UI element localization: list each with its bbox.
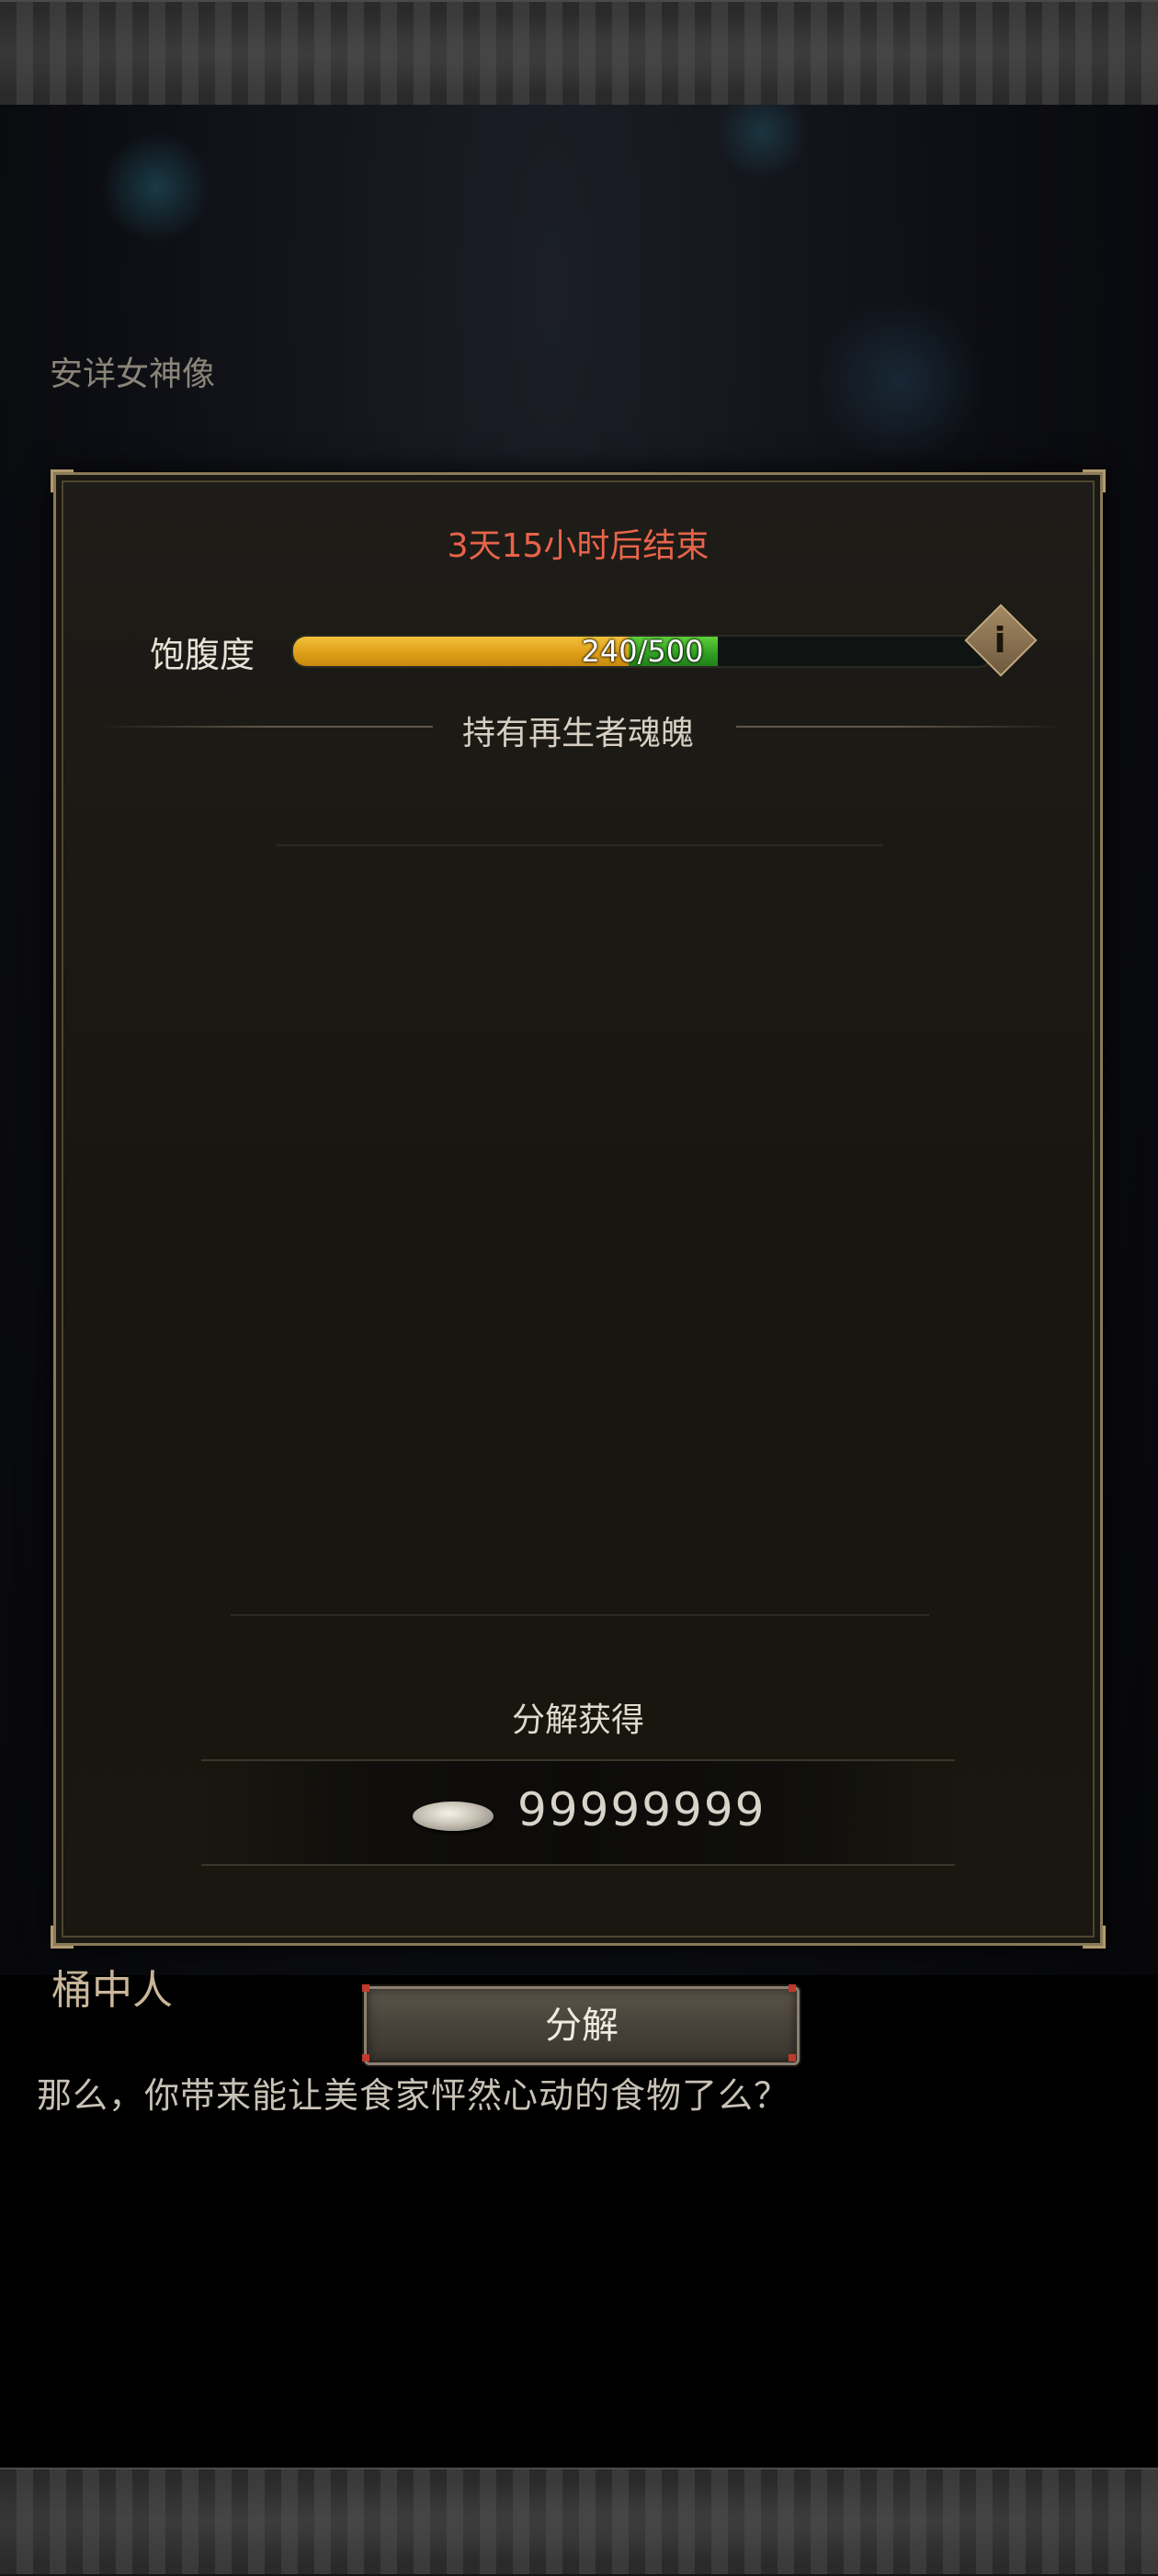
silver-coin-icon	[413, 1802, 494, 1831]
satiety-label: 饱腹度	[150, 635, 255, 675]
divider	[736, 726, 1065, 728]
statue-label: 安详女神像	[50, 356, 216, 393]
corner-ornament	[1083, 1926, 1106, 1949]
button-corner-accent	[789, 1984, 796, 1992]
satiety-value: 240/500	[581, 635, 704, 668]
corner-ornament	[51, 469, 74, 492]
top-ornament-bar	[0, 0, 1158, 107]
button-corner-accent	[362, 2054, 369, 2062]
empty-area-divider	[231, 1614, 929, 1616]
satiety-bar: 240/500	[291, 635, 993, 668]
decompose-panel: 3天15小时后结束 饱腹度 240/500 i 持有再生者魂魄 分解获得 999…	[51, 469, 1106, 1949]
corner-ornament	[51, 1926, 74, 1949]
empty-area-divider	[277, 844, 883, 846]
info-glyph-icon: i	[993, 620, 1006, 661]
decompose-button-label: 分解	[545, 2005, 619, 2047]
decompose-button[interactable]: 分解	[364, 1986, 800, 2065]
decompose-title: 分解获得	[511, 1701, 644, 1739]
corner-ornament	[1083, 469, 1106, 492]
reward-amount: 99999999	[517, 1783, 766, 1836]
section-title: 持有再生者魂魄	[461, 715, 694, 752]
bottom-ornament-bar	[0, 2468, 1158, 2576]
event-timer: 3天15小时后结束	[447, 527, 710, 565]
npc-name: 桶中人	[51, 1967, 173, 2014]
button-corner-accent	[789, 2054, 796, 2062]
dialog-text: 那么，你带来能让美食家怦然心动的食物了么？	[37, 2075, 790, 2116]
button-corner-accent	[362, 1984, 369, 1992]
